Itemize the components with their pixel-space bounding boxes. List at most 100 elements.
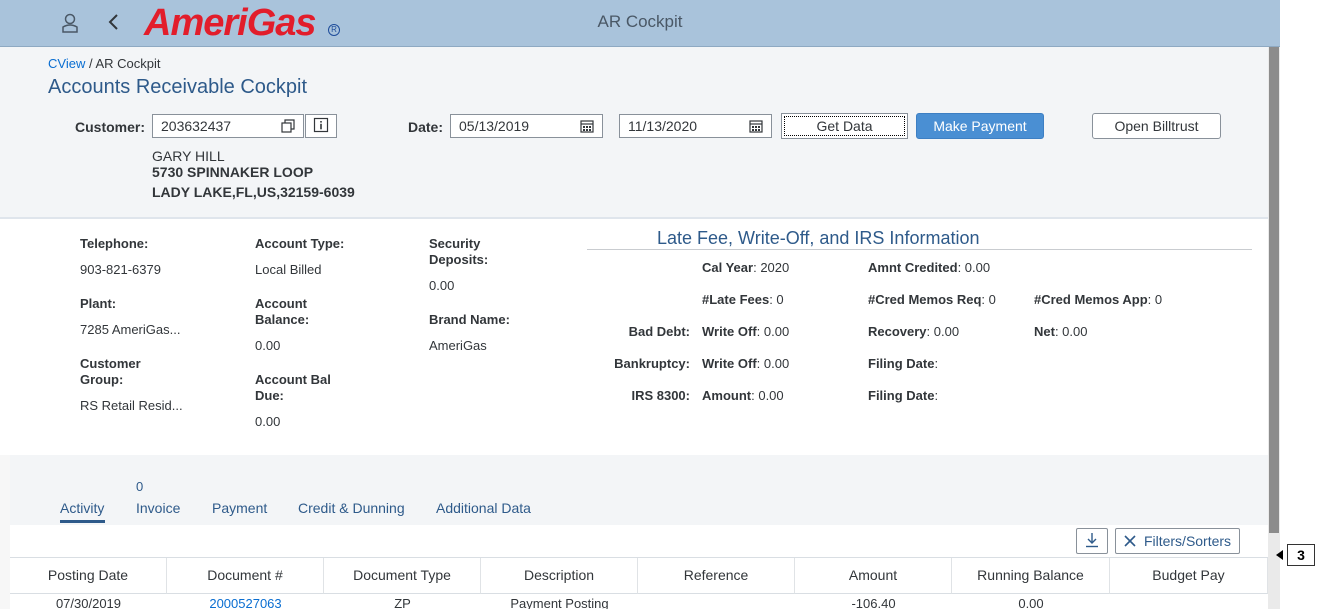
late-fees-label: #Late Fees — [702, 292, 770, 307]
plant-label: Plant: — [80, 296, 117, 311]
breadcrumb-link-cview[interactable]: CView — [48, 56, 85, 71]
table-cell: 07/30/2019 — [55, 596, 122, 609]
cal-year-value: : 2020 — [753, 260, 790, 275]
column-header[interactable]: Posting Date — [10, 558, 167, 594]
document-link[interactable]: 2000527063 — [167, 596, 324, 609]
customer-address-line1: 5730 SPINNAKER LOOP — [152, 164, 314, 180]
customer-group-label-2: Group: — [80, 372, 124, 387]
account-details: Telephone: 903-821-6379 Plant: 7285 Amer… — [0, 219, 1268, 455]
scrollbar-thumb[interactable] — [1269, 47, 1279, 533]
irs-section-title: Late Fee, Write-Off, and IRS Information — [587, 228, 1252, 250]
bankruptcy-writeoff-value: : 0.00 — [756, 356, 790, 371]
column-header[interactable]: Amount — [795, 558, 952, 594]
activity-table: Posting Date Document # Document Type De… — [10, 557, 1268, 609]
account-balance-value: 0.00 — [255, 338, 281, 353]
calendar-icon[interactable] — [741, 115, 771, 137]
annotation-badge: 3 — [1287, 544, 1315, 566]
table-cell: -106.40 — [851, 596, 896, 609]
column-header[interactable]: Document # — [167, 558, 324, 594]
date-to-value: 11/13/2020 — [628, 118, 698, 134]
column-header[interactable]: Budget Pay — [1110, 558, 1268, 594]
column-header[interactable]: Document Type — [324, 558, 481, 594]
table-toolbar: Filters/Sorters — [10, 525, 1268, 557]
amerigas-logo: AmeriGas R — [144, 1, 340, 45]
cred-memos-req-label: #Cred Memos Req — [868, 292, 982, 307]
tab-payment[interactable]: Payment — [212, 500, 267, 516]
net-field: Net: 0.00 — [1034, 324, 1087, 339]
amnt-credited-value: : 0.00 — [957, 260, 991, 275]
cred-memos-app-value: : 0 — [1147, 292, 1163, 307]
filters-sorters-label: Filters/Sorters — [1143, 533, 1232, 549]
customer-label: Customer: — [75, 119, 146, 135]
account-bal-due-label-1: Account Bal — [255, 372, 331, 387]
date-to-input[interactable]: 11/13/2020 — [619, 114, 772, 138]
account-type-value: Local Billed — [255, 262, 322, 277]
breadcrumb-separator: / — [85, 56, 96, 71]
customer-input-value: 203632437 — [161, 118, 232, 134]
cred-memos-app-label: #Cred Memos App — [1034, 292, 1148, 307]
net-label: Net — [1034, 324, 1055, 339]
date-from-input[interactable]: 05/13/2019 — [450, 114, 603, 138]
bad-debt-writeoff-value: : 0.00 — [756, 324, 790, 339]
security-deposits-label-2: Deposits: — [429, 252, 489, 267]
column-header[interactable]: Description — [481, 558, 638, 594]
customer-group-label-1: Customer — [80, 356, 141, 371]
security-deposits-value: 0.00 — [429, 278, 455, 293]
customer-group-value: RS Retail Resid... — [80, 398, 183, 413]
irs-amount-field: Amount: 0.00 — [702, 388, 784, 403]
tab-invoice[interactable]: Invoice — [136, 500, 180, 516]
late-fees-value: : 0 — [769, 292, 784, 307]
close-icon — [1124, 535, 1136, 547]
cred-memos-req-field: #Cred Memos Req: 0 — [868, 292, 996, 307]
tab-invoice-count: 0 — [136, 479, 144, 494]
irs-filing-field: Filing Date: — [868, 388, 938, 403]
page-title: Accounts Receivable Cockpit — [48, 76, 308, 98]
tab-activity[interactable]: Activity — [60, 500, 104, 516]
brand-name-label: Brand Name: — [429, 312, 510, 327]
telephone-label: Telephone: — [80, 236, 149, 251]
net-value: : 0.00 — [1054, 324, 1088, 339]
recovery-field: Recovery: 0.00 — [868, 324, 959, 339]
tab-additional-data[interactable]: Additional Data — [436, 500, 531, 516]
customer-address-line2: LADY LAKE,FL,US,32159-6039 — [152, 184, 355, 200]
filters-sorters-button[interactable]: Filters/Sorters — [1115, 528, 1240, 554]
irs-filing-value: : — [934, 388, 939, 403]
value-help-icon[interactable] — [273, 115, 303, 137]
bad-debt-writeoff-label: Write Off — [702, 324, 757, 339]
breadcrumb: CView / AR Cockpit — [48, 56, 161, 71]
bad-debt-label: Bad Debt: — [628, 324, 690, 339]
account-balance-label-2: Balance: — [255, 312, 310, 327]
user-icon[interactable] — [60, 12, 80, 34]
vertical-scrollbar[interactable] — [1268, 47, 1280, 609]
brand-name-value: AmeriGas — [429, 338, 487, 353]
irs-amount-value: : 0.00 — [751, 388, 784, 403]
registered-icon: R — [328, 24, 340, 36]
late-fees-field: #Late Fees: 0 — [702, 292, 784, 307]
bankruptcy-filing-field: Filing Date: — [868, 356, 938, 371]
table-cell: Payment Posting — [510, 596, 609, 609]
recovery-value: : 0.00 — [926, 324, 960, 339]
column-header[interactable]: Running Balance — [952, 558, 1110, 594]
account-bal-due-label-2: Due: — [255, 388, 284, 403]
table-cell: 0.00 — [1018, 596, 1044, 609]
table-cell: ZP — [394, 596, 411, 609]
cal-year-label: Cal Year — [702, 260, 754, 275]
calendar-icon[interactable] — [572, 115, 602, 137]
customer-info-button[interactable] — [305, 114, 337, 138]
tab-credit-dunning[interactable]: Credit & Dunning — [298, 500, 405, 516]
bankruptcy-filing-value: : — [934, 356, 939, 371]
make-payment-button[interactable]: Make Payment — [916, 113, 1044, 139]
get-data-button[interactable]: Get Data — [781, 113, 908, 139]
column-header[interactable]: Reference — [638, 558, 795, 594]
download-button[interactable] — [1076, 528, 1108, 554]
bad-debt-writeoff-field: Write Off: 0.00 — [702, 324, 789, 339]
cred-memos-req-value: : 0 — [981, 292, 996, 307]
customer-input[interactable]: 203632437 — [152, 114, 304, 138]
amnt-credited-field: Amnt Credited: 0.00 — [868, 260, 990, 275]
info-icon — [313, 117, 329, 136]
bankruptcy-writeoff-field: Write Off: 0.00 — [702, 356, 789, 371]
amnt-credited-label: Amnt Credited — [868, 260, 958, 275]
back-icon[interactable] — [104, 11, 124, 33]
recovery-label: Recovery — [868, 324, 927, 339]
open-billtrust-button[interactable]: Open Billtrust — [1092, 113, 1221, 139]
